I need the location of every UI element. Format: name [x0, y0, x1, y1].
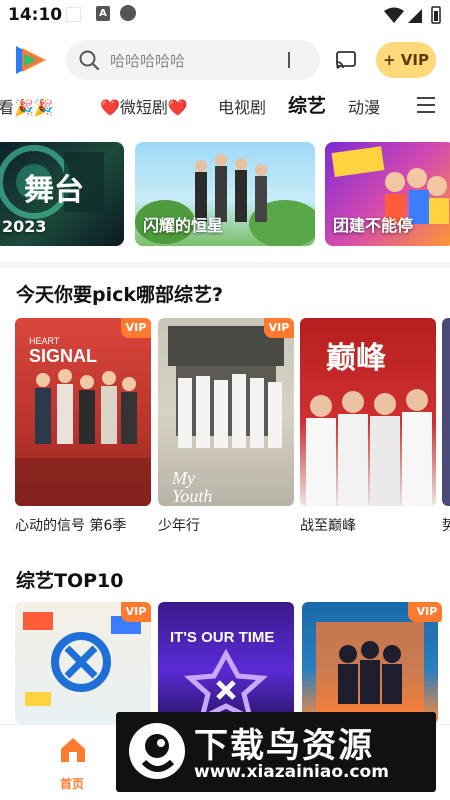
top-header: 哈哈哈哈哈 + VIP — [0, 32, 450, 88]
record-icon — [120, 5, 136, 21]
pick-section-title: 今天你要pick哪部综艺? — [16, 284, 224, 306]
poster-title: 心动的信号 第6季 — [15, 518, 127, 534]
search-placeholder: 哈哈哈哈哈 — [110, 52, 186, 70]
tab-partial[interactable]: 看🎉🎉 — [0, 94, 54, 118]
cast-icon[interactable] — [334, 48, 358, 72]
poster-art: 巅峰 — [306, 342, 432, 506]
status-time: 14:10 — [8, 5, 63, 25]
vip-badge-holder: VIP — [412, 602, 442, 624]
vip-badge: VIP — [121, 602, 151, 622]
tab-micro-drama[interactable]: ❤️微短剧❤️ — [100, 94, 188, 118]
svg-text:HEART: HEART — [29, 336, 60, 346]
app-notification-icon: A — [96, 6, 110, 21]
banner-label: 团建不能停 — [333, 216, 414, 235]
poster-card[interactable]: 巅峰 — [300, 318, 436, 506]
vip-button[interactable]: + VIP — [376, 42, 436, 78]
search-caret — [288, 52, 290, 68]
svg-text:舞台: 舞台 — [24, 173, 84, 207]
category-tabs: 看🎉🎉 ❤️微短剧❤️ 电视剧 综艺 动漫 — [0, 88, 450, 124]
svg-text:SIGNAL: SIGNAL — [29, 346, 97, 366]
banner-item[interactable]: 舞台 2023 — [0, 142, 124, 246]
signal-battery-icon — [384, 6, 441, 24]
poster-art: My Youth — [168, 326, 284, 506]
banner-label: 闪耀的恒星 — [143, 216, 224, 235]
nav-home-label[interactable]: 首页 — [60, 775, 84, 792]
banner-item[interactable]: 闪耀的恒星 — [135, 142, 315, 246]
bird-logo-icon — [129, 723, 185, 779]
video-app-logo[interactable] — [12, 44, 48, 76]
search-icon — [79, 50, 100, 71]
svg-text:My: My — [171, 468, 195, 488]
svg-text:Youth: Youth — [172, 486, 212, 506]
section-divider — [0, 262, 450, 268]
top10-section-title: 综艺TOP10 — [16, 570, 124, 592]
banner-label: 2023 — [2, 217, 47, 236]
banner-item[interactable]: 团建不能停 — [325, 142, 450, 246]
tab-tv-series[interactable]: 电视剧 — [218, 94, 266, 118]
watermark-title: 下载鸟资源 — [194, 726, 374, 766]
vip-badge: VIP — [264, 318, 294, 338]
tab-anime[interactable]: 动漫 — [348, 94, 380, 118]
poster-title: 势 — [442, 518, 450, 534]
watermark-url: www.xiazainiao.com — [194, 762, 389, 782]
banner-carousel: 舞台 2023 闪耀的恒星 团建不能停 — [0, 130, 450, 260]
tab-variety[interactable]: 综艺 — [288, 91, 326, 118]
menu-icon[interactable] — [417, 97, 435, 113]
svg-text:巅峰: 巅峰 — [326, 342, 386, 375]
top10-card[interactable]: IT'S OUR TIME — [158, 602, 294, 724]
poster-title: 战至巅峰 — [300, 518, 356, 534]
vip-badge: VIP — [412, 602, 442, 622]
home-icon[interactable] — [58, 735, 88, 765]
poster-art: HEART SIGNAL — [15, 336, 151, 506]
poster-title: 少年行 — [158, 518, 200, 534]
notification-icon — [66, 7, 81, 22]
poster-card[interactable]: My Youth VIP — [158, 318, 294, 506]
poster-card-partial[interactable] — [442, 318, 450, 506]
watermark-banner: 下载鸟资源 www.xiazainiao.com — [116, 712, 436, 792]
search-bar[interactable]: 哈哈哈哈哈 — [66, 40, 320, 80]
status-bar: 14:10 A — [0, 0, 450, 32]
poster-art: IT'S OUR TIME — [170, 629, 274, 723]
top10-card[interactable]: VIP — [15, 602, 151, 724]
poster-card[interactable]: HEART SIGNAL VIP — [15, 318, 151, 506]
vip-badge: VIP — [121, 318, 151, 338]
svg-text:IT'S OUR TIME: IT'S OUR TIME — [170, 629, 274, 646]
